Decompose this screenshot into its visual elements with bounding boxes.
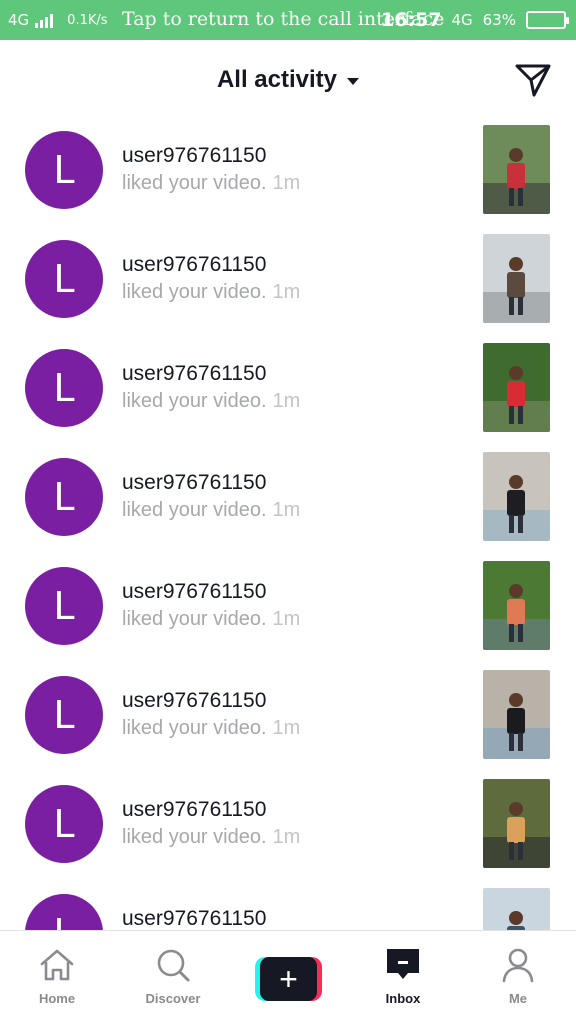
activity-action: liked your video. <box>122 172 267 194</box>
clock: 16:57 <box>381 9 442 31</box>
video-thumbnail[interactable] <box>483 888 550 930</box>
avatar[interactable]: L <box>25 567 103 645</box>
caret-down-icon <box>347 77 360 85</box>
nav-home-label: Home <box>38 991 76 1006</box>
activity-text: liked your video. 1m <box>122 499 300 522</box>
video-thumbnail-image <box>483 125 550 214</box>
nav-inbox[interactable]: Inbox <box>353 945 453 1006</box>
activity-time: 1m <box>272 499 301 521</box>
activity-time: 1m <box>272 608 301 630</box>
username[interactable]: user976761150 <box>122 144 266 168</box>
avatar[interactable]: L <box>25 131 103 209</box>
create-video-button[interactable]: + <box>255 957 322 1001</box>
activity-action: liked your video. <box>122 499 267 521</box>
video-thumbnail[interactable] <box>483 125 550 214</box>
search-icon <box>157 949 190 982</box>
video-thumbnail[interactable] <box>483 343 550 432</box>
video-thumbnail-image <box>483 343 550 432</box>
bottom-navigation: Home Discover + Inbox Me <box>0 930 576 1024</box>
avatar[interactable]: L <box>25 458 103 536</box>
activity-text: liked your video. 1m <box>122 281 300 304</box>
network-type-right: 4G <box>451 11 473 29</box>
battery-icon <box>526 11 569 29</box>
activity-text: liked your video. 1m <box>122 390 300 413</box>
activity-list[interactable]: Luser976761150 liked your video. 1m Luser97… <box>0 124 576 930</box>
avatar[interactable]: L <box>25 676 103 754</box>
avatar[interactable]: L <box>25 240 103 318</box>
activity-row[interactable]: Luser976761150 liked your video.1m <box>0 560 576 669</box>
activity-row[interactable]: Luser976761150 liked your video.1m <box>0 233 576 342</box>
network-type: 4G <box>8 11 30 29</box>
activity-time: 1m <box>272 172 301 194</box>
video-thumbnail[interactable] <box>483 670 550 759</box>
activity-time: 1m <box>272 281 301 303</box>
video-thumbnail-image <box>483 561 550 650</box>
signal-icon <box>35 12 54 28</box>
profile-icon <box>502 948 534 983</box>
activity-row[interactable]: Luser976761150 liked your video.1m <box>0 342 576 451</box>
avatar[interactable]: L <box>25 894 103 930</box>
username[interactable]: user976761150 <box>122 362 266 386</box>
activity-row[interactable]: Luser976761150 liked your video.1m <box>0 124 576 233</box>
activity-text: liked your video. 1m <box>122 717 300 740</box>
video-thumbnail[interactable] <box>483 452 550 541</box>
activity-filter-dropdown[interactable]: All activity <box>0 66 576 94</box>
username[interactable]: user976761150 <box>122 253 266 277</box>
inbox-header: All activity <box>0 40 576 120</box>
status-bar[interactable]: 4G 0.1K/s Tap to return to the call inte… <box>0 0 576 40</box>
username[interactable]: user976761150 <box>122 580 266 604</box>
video-thumbnail-image <box>483 888 550 930</box>
video-thumbnail-image <box>483 779 550 868</box>
avatar[interactable]: L <box>25 785 103 863</box>
activity-row[interactable]: Luser976761150 liked your video.1m <box>0 778 576 887</box>
activity-action: liked your video. <box>122 390 267 412</box>
network-speed: 0.1K/s <box>67 12 108 28</box>
username[interactable]: user976761150 <box>122 907 266 930</box>
activity-row[interactable]: Luser976761150liked your video.1m <box>0 887 576 930</box>
activity-row[interactable]: Luser976761150 liked your video.1m <box>0 451 576 560</box>
video-thumbnail-image <box>483 234 550 323</box>
nav-me-label: Me <box>508 991 528 1006</box>
username[interactable]: user976761150 <box>122 689 266 713</box>
nav-me[interactable]: Me <box>468 945 568 1006</box>
activity-row[interactable]: Luser976761150 liked your video.1m <box>0 669 576 778</box>
activity-text: liked your video. 1m <box>122 826 300 849</box>
activity-action: liked your video. <box>122 826 267 848</box>
video-thumbnail[interactable] <box>483 234 550 323</box>
activity-time: 1m <box>272 826 301 848</box>
direct-message-icon[interactable] <box>514 62 552 98</box>
nav-inbox-label: Inbox <box>385 991 421 1006</box>
page-title: All activity <box>216 66 338 93</box>
activity-action: liked your video. <box>122 717 267 739</box>
activity-time: 1m <box>272 717 301 739</box>
nav-discover-label: Discover <box>145 991 201 1006</box>
video-thumbnail-image <box>483 452 550 541</box>
video-thumbnail-image <box>483 670 550 759</box>
home-icon <box>40 949 74 981</box>
activity-text: liked your video. 1m <box>122 608 300 631</box>
username[interactable]: user976761150 <box>122 471 266 495</box>
activity-action: liked your video. <box>122 608 267 630</box>
username[interactable]: user976761150 <box>122 798 266 822</box>
video-thumbnail[interactable] <box>483 779 550 868</box>
video-thumbnail[interactable] <box>483 561 550 650</box>
activity-action: liked your video. <box>122 281 267 303</box>
battery-percent: 63% <box>482 11 516 29</box>
activity-time: 1m <box>272 390 301 412</box>
inbox-icon <box>387 949 419 979</box>
activity-text: liked your video. 1m <box>122 172 300 195</box>
plus-icon: + <box>260 957 317 1001</box>
nav-home[interactable]: Home <box>7 945 107 1006</box>
nav-discover[interactable]: Discover <box>123 945 223 1006</box>
avatar[interactable]: L <box>25 349 103 427</box>
